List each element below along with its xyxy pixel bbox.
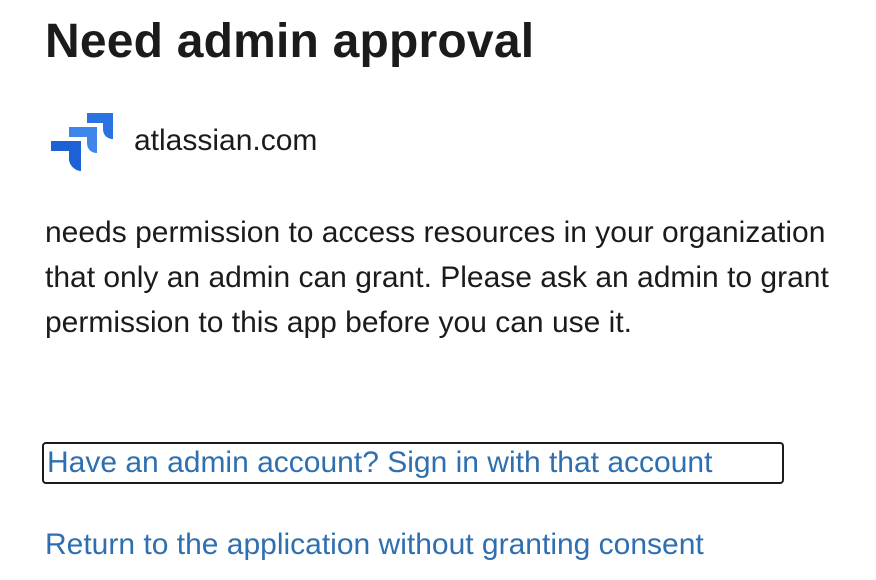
jira-logo-front-shape [51, 141, 81, 171]
app-name: atlassian.com [134, 124, 318, 157]
page-title: Need admin approval [45, 15, 535, 68]
admin-signin-link[interactable]: Have an admin account? Sign in with that… [42, 442, 784, 484]
app-identity: atlassian.com [47, 106, 317, 176]
jira-logo-icon [51, 113, 113, 171]
admin-approval-page: Need admin approval atlassian.com needs … [42, 0, 845, 580]
return-without-consent-link[interactable]: Return to the application without granti… [45, 528, 704, 562]
permission-description: needs permission to access resources in … [45, 216, 829, 339]
